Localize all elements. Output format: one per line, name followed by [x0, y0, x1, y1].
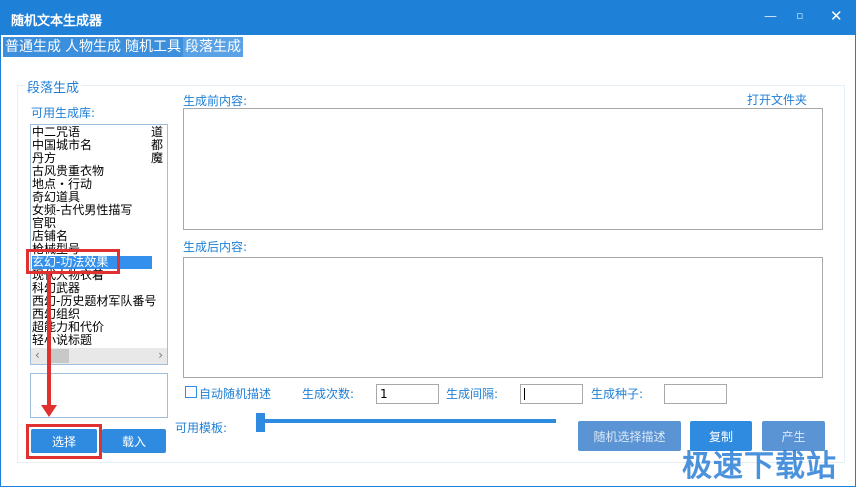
template-slider-thumb[interactable]	[256, 413, 265, 432]
title-bar: 随机文本生成器 — ▫ ✕	[1, 1, 856, 35]
after-label: 生成后内容:	[183, 240, 248, 254]
group-title: 段落生成	[25, 77, 82, 96]
count-label: 生成次数:	[302, 387, 355, 401]
before-label: 生成前内容:	[183, 94, 248, 108]
seed-input[interactable]	[664, 384, 727, 404]
tab-character[interactable]: 人物生成	[63, 37, 123, 57]
interval-label: 生成间隔:	[446, 387, 499, 401]
annotation-highlight-button	[26, 424, 102, 459]
open-folder-link[interactable]: 打开文件夹	[747, 91, 807, 108]
scroll-right-icon[interactable]: ›	[158, 348, 163, 362]
horizontal-scrollbar[interactable]: ‹ ›	[31, 348, 167, 364]
close-icon[interactable]: ✕	[830, 7, 843, 25]
auto-random-label: 自动随机描述	[199, 387, 272, 401]
scroll-left-icon[interactable]: ‹	[35, 348, 40, 362]
tab-strip: 普通生成 人物生成 随机工具 段落生成	[3, 37, 243, 57]
random-desc-button[interactable]: 随机选择描述	[578, 421, 681, 451]
after-content-textarea[interactable]	[183, 257, 823, 378]
load-button[interactable]: 载入	[102, 429, 166, 453]
text-cursor	[524, 388, 525, 400]
tab-random-tools[interactable]: 随机工具	[123, 37, 183, 57]
count-input[interactable]: 1	[376, 384, 439, 404]
annotation-highlight-item	[26, 249, 120, 274]
before-content-textarea[interactable]	[183, 108, 823, 230]
interval-input[interactable]	[520, 384, 583, 404]
template-label: 可用模板:	[175, 421, 228, 435]
maximize-icon[interactable]: ▫	[796, 9, 803, 22]
tab-paragraph[interactable]: 段落生成	[183, 37, 243, 57]
watermark: 极速下载站	[682, 449, 837, 484]
tab-normal[interactable]: 普通生成	[3, 37, 63, 57]
annotation-arrow	[47, 273, 51, 409]
minimize-icon[interactable]: —	[764, 9, 777, 24]
template-slider[interactable]	[263, 419, 556, 423]
auto-random-checkbox[interactable]	[185, 386, 197, 398]
library-label: 可用生成库:	[31, 106, 96, 120]
annotation-arrowhead	[41, 405, 57, 417]
list-item[interactable]: 轻小说标题	[32, 334, 92, 347]
list-item-col2[interactable]: 魔	[151, 152, 163, 165]
seed-label: 生成种子:	[591, 387, 644, 401]
window-title: 随机文本生成器	[11, 14, 103, 29]
